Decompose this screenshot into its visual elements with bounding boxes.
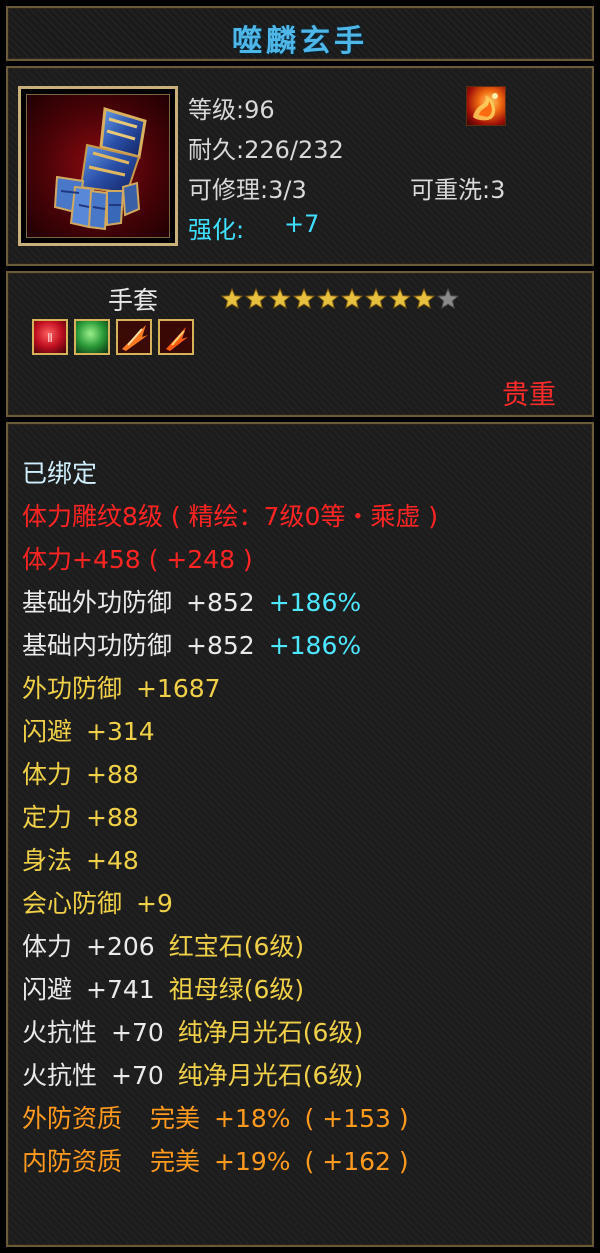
attribute-value: +18% — [214, 1104, 291, 1133]
gem-name: 纯净月光石(6级) — [177, 1018, 364, 1047]
attribute-label: 火抗性 — [22, 1061, 98, 1090]
attribute-label: 闪避 — [22, 975, 73, 1004]
attribute-value: +206 — [86, 932, 155, 961]
engrave-stat-line: 体力+458 ( +248 ) — [22, 545, 253, 574]
item-repair-count: 可修理:3/3 — [188, 176, 307, 204]
rarity-label: 贵重 — [502, 380, 556, 411]
quality-extra: ( +153 ) — [304, 1104, 409, 1133]
quality-grade: 完美 — [150, 1147, 201, 1176]
item-rewash-count: 可重洗:3 — [410, 176, 506, 204]
attribute-label: 体力 — [22, 932, 73, 961]
attribute-value: +9 — [136, 889, 173, 918]
extra-attribute-line: 闪避 +314 — [22, 710, 582, 753]
flame-swirl-icon[interactable] — [466, 86, 506, 126]
attribute-label: 体力 — [22, 760, 73, 789]
quality-attribute-line: 外防资质 完美 +18% ( +153 ) — [22, 1097, 582, 1140]
attribute-value: +19% — [214, 1147, 291, 1176]
star-filled-icon — [388, 287, 412, 310]
item-enhance-value: +7 — [284, 210, 320, 238]
attribute-value: +70 — [111, 1018, 164, 1047]
red-gem-slot-icon[interactable]: Ⅱ — [32, 319, 68, 355]
title-bar: 噬麟玄手 — [6, 6, 594, 61]
gauntlet-icon — [26, 94, 170, 238]
attribute-value: +314 — [86, 717, 155, 746]
extra-attribute-line: 定力 +88 — [22, 796, 582, 839]
item-level: 等级:96 — [188, 96, 275, 124]
attribute-label: 身法 — [22, 846, 73, 875]
attribute-panel: 已绑定 体力雕纹8级 ( 精绘：7级0等・乘虚 ) 体力+458 ( +248 … — [6, 422, 594, 1247]
item-info-panel: 等级:96 耐久:226/232 可修理:3/3 可重洗:3 强化: +7 — [6, 66, 594, 266]
attribute-label: 内防资质 — [22, 1147, 123, 1176]
attribute-value: +88 — [86, 760, 139, 789]
gem-name: 纯净月光石(6级) — [177, 1061, 364, 1090]
item-durability: 耐久:226/232 — [188, 136, 344, 164]
quality-grade: 完美 — [150, 1104, 201, 1133]
attribute-label: 外防资质 — [22, 1104, 123, 1133]
gem-attribute-line: 闪避 +741 祖母绿(6级) — [22, 968, 582, 1011]
attribute-label: 火抗性 — [22, 1018, 98, 1047]
attribute-label: 会心防御 — [22, 889, 123, 918]
item-type-panel: 手套 Ⅱ 贵重 — [6, 271, 594, 417]
star-filled-icon — [316, 287, 340, 310]
bound-status: 已绑定 — [22, 459, 98, 488]
star-filled-icon — [244, 287, 268, 310]
attribute-value: +88 — [86, 803, 139, 832]
star-filled-icon — [340, 287, 364, 310]
star-rating — [220, 287, 460, 311]
svg-text:Ⅱ: Ⅱ — [47, 331, 53, 345]
attribute-value: +1687 — [136, 674, 221, 703]
gem-attribute-line: 火抗性 +70 纯净月光石(6级) — [22, 1054, 582, 1097]
extra-attribute-line: 体力 +88 — [22, 753, 582, 796]
attribute-value: +741 — [86, 975, 155, 1004]
item-name: 噬麟玄手 — [232, 24, 368, 59]
gem-name: 祖母绿(6级) — [168, 975, 305, 1004]
star-filled-icon — [268, 287, 292, 310]
attribute-value: +70 — [111, 1061, 164, 1090]
attribute-bonus: +186% — [268, 588, 362, 617]
star-filled-icon — [412, 287, 436, 310]
item-tooltip: 噬麟玄手 等级:96 耐久:226/232 可修理:3/3 可重洗:3 强化: … — [0, 0, 600, 1253]
engrave-line: 体力雕纹8级 ( 精绘：7级0等・乘虚 ) — [22, 502, 439, 531]
base-attribute-line: 基础外功防御 +852 +186% — [22, 581, 582, 624]
green-gem-slot-icon[interactable] — [74, 319, 110, 355]
attribute-value: +852 — [186, 631, 255, 660]
quality-attribute-line: 内防资质 完美 +19% ( +162 ) — [22, 1140, 582, 1183]
attribute-label: 闪避 — [22, 717, 73, 746]
quality-extra: ( +162 ) — [304, 1147, 409, 1176]
star-filled-icon — [364, 287, 388, 310]
item-portrait-frame[interactable] — [18, 86, 178, 246]
item-type: 手套 — [108, 286, 159, 315]
attribute-bonus: +186% — [268, 631, 362, 660]
extra-attribute-line: 身法 +48 — [22, 839, 582, 882]
gem-name: 红宝石(6级) — [168, 932, 305, 961]
item-enhance-label: 强化: — [188, 216, 245, 244]
gem-attribute-line: 体力 +206 红宝石(6级) — [22, 925, 582, 968]
attribute-label: 基础内功防御 — [22, 631, 173, 660]
attribute-label: 定力 — [22, 803, 73, 832]
star-filled-icon — [292, 287, 316, 310]
attribute-value: +48 — [86, 846, 139, 875]
flame-slot-icon[interactable] — [116, 319, 152, 355]
slot-row: Ⅱ — [32, 319, 194, 355]
attribute-label: 外功防御 — [22, 674, 123, 703]
flame-slot-icon[interactable] — [158, 319, 194, 355]
base-attribute-line: 基础内功防御 +852 +186% — [22, 624, 582, 667]
attribute-label: 基础外功防御 — [22, 588, 173, 617]
star-filled-icon — [220, 287, 244, 310]
attribute-list: 已绑定 体力雕纹8级 ( 精绘：7级0等・乘虚 ) 体力+458 ( +248 … — [22, 452, 582, 1183]
attribute-value: +852 — [186, 588, 255, 617]
gem-attribute-line: 火抗性 +70 纯净月光石(6级) — [22, 1011, 582, 1054]
star-empty-icon — [436, 287, 460, 310]
extra-attribute-line: 外功防御 +1687 — [22, 667, 582, 710]
extra-attribute-line: 会心防御 +9 — [22, 882, 582, 925]
